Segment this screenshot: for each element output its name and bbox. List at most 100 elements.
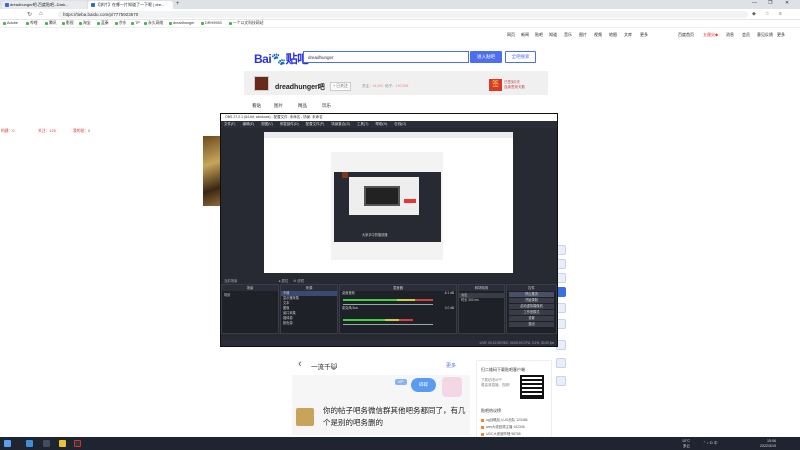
bookmark-item[interactable]: Adobe <box>3 21 18 25</box>
bar-avatar[interactable] <box>254 76 269 91</box>
bookmark-item[interactable]: 淘宝 <box>79 21 91 26</box>
star-icon[interactable]: ☆ <box>765 11 769 17</box>
nav-link-tieba[interactable]: 贴吧 <box>535 32 543 38</box>
nav-link-zhidao[interactable]: 知道 <box>549 32 557 38</box>
game-art-image <box>203 136 220 206</box>
bookmark-item[interactable]: 永久网络 <box>144 21 163 26</box>
baidu-tieba-logo[interactable]: Bai🐾贴吧 <box>254 50 309 67</box>
nav-link-images[interactable]: 图片 <box>579 32 587 38</box>
side-tool-icon[interactable] <box>556 358 566 368</box>
browser-tab-active[interactable]: 【求片】在哪一片知道了一下呢 | dre... <box>88 1 173 9</box>
tab-posts[interactable]: 看贴 <box>252 103 261 109</box>
bookmark-item[interactable]: dreadhunger <box>169 21 195 25</box>
obs-taskbar-icon[interactable] <box>74 440 81 447</box>
controls-dock-title: 控件 <box>507 285 556 291</box>
bar-name[interactable]: dreadhunger吧 <box>275 82 325 92</box>
exit-button[interactable]: 退出 <box>509 322 554 327</box>
obs-menu-scene-collection[interactable]: 场景集合(S) <box>331 122 350 126</box>
obs-menu-docks[interactable]: 停靠部件(D) <box>280 122 299 126</box>
nav-link-news[interactable]: 新闻 <box>521 32 529 38</box>
search-all-button[interactable]: 全吧搜索 <box>505 51 536 63</box>
side-tool-icon[interactable] <box>556 376 566 386</box>
clock[interactable]: 15:06 2022/3/19 <box>760 439 776 448</box>
stop-streaming-button[interactable]: 停止推流 <box>509 292 554 297</box>
settings-button[interactable]: 设置 <box>509 316 554 321</box>
nav-link-video[interactable]: 视频 <box>594 32 602 38</box>
steam-icon[interactable] <box>43 440 50 447</box>
hot-topic-item[interactable]: wes大佬回顾主播 102345 <box>481 424 525 429</box>
bookmark-item[interactable]: 一个以文科技网站 <box>229 21 263 26</box>
tab-fun[interactable]: 玩乐 <box>322 103 331 109</box>
menu-icon[interactable]: ≡ <box>779 11 782 17</box>
reload-icon[interactable]: ↻ <box>27 11 32 18</box>
volume-slider[interactable] <box>343 304 433 305</box>
nav-link-map[interactable]: 地图 <box>609 32 617 38</box>
scene-item[interactable]: 场景 <box>222 293 278 298</box>
obs-menu-file[interactable]: 文件(F) <box>224 122 235 126</box>
new-tab-button[interactable]: + <box>176 1 180 7</box>
start-recording-button[interactable]: 开始录制 <box>509 298 554 303</box>
tray-icons[interactable]: ⌃ ♪ ⊡ 中 <box>703 441 717 446</box>
start-icon[interactable] <box>4 440 11 447</box>
left-stat: 关注：125 <box>38 129 56 133</box>
minimize-button[interactable]: — <box>752 0 757 6</box>
obs-menu-view[interactable]: 视图(V) <box>261 122 273 126</box>
bookmark-item[interactable]: 蓝奏 <box>97 21 109 26</box>
search-input[interactable]: dreadhunger <box>303 51 469 63</box>
obs-preview[interactable]: 大家手中的播放器 <box>264 132 513 273</box>
obs-window[interactable]: OBS 27.2.1 (64-bit, windows) - 配置文件: 未命名… <box>220 113 558 347</box>
enter-bar-button[interactable]: 进入贴吧 <box>470 51 502 63</box>
obs-menu-edit[interactable]: 编辑(E) <box>242 122 254 126</box>
obs-menu-online[interactable]: 在线(O) <box>394 122 406 126</box>
extension-icon[interactable]: ◆ <box>752 11 756 17</box>
properties-button[interactable]: ● 属性 <box>279 279 289 283</box>
user-link[interactable]: 五厘尖◆ <box>703 32 718 38</box>
nav-link-more[interactable]: 更多 <box>640 32 648 38</box>
app-icon[interactable] <box>59 440 66 447</box>
source-item[interactable]: 颜色源 <box>281 321 337 326</box>
bookmark-item[interactable]: 腾讯 <box>45 21 57 26</box>
close-button[interactable]: ✕ <box>785 0 789 6</box>
obs-menu-tools[interactable]: 工具(T) <box>357 122 368 126</box>
obs-title-bar[interactable]: OBS 27.2.1 (64-bit, windows) - 配置文件: 未命名… <box>221 114 557 121</box>
more-link[interactable]: 更多 <box>777 32 785 38</box>
member-link[interactable]: 会员 <box>742 32 750 38</box>
volume-slider[interactable] <box>343 324 433 325</box>
bookmark-item[interactable]: 京东 <box>115 21 127 26</box>
bookmark-item[interactable]: 哔哩 <box>26 21 38 26</box>
obs-menu-help[interactable]: 帮助(H) <box>375 122 387 126</box>
transitions-dock: 转场特效 淡出 时长 300 ms <box>458 284 505 334</box>
studio-mode-button[interactable]: 工作室模式 <box>509 310 554 315</box>
baidu-home-link[interactable]: 百度首页 <box>678 32 694 38</box>
filters-button[interactable]: ⚙ 滤镜 <box>293 279 304 283</box>
back-icon[interactable]: ‹ <box>298 358 302 370</box>
user-avatar[interactable] <box>296 408 314 426</box>
obs-menu-profile[interactable]: 配置文件(P) <box>306 122 325 126</box>
browser-tab-bar: dreadhunger吧-百度贴吧--Dark... 【求片】在哪一片知道了一下… <box>0 0 800 9</box>
transition-duration[interactable]: 时长 300 ms <box>459 298 504 303</box>
bookmark-item[interactable]: 影视 <box>62 21 74 26</box>
home-icon[interactable]: ⌂ <box>39 11 43 17</box>
hot-topic-item[interactable]: ug战略加入UG战队 123456 <box>481 417 527 422</box>
bookmark-item[interactable]: DRH9953 <box>201 21 222 25</box>
tab-featured[interactable]: 精品 <box>298 103 307 109</box>
bookmark-item[interactable]: TP <box>131 21 140 25</box>
mixer-track-name: 麦克风/Aux 0.0 dB <box>342 306 454 310</box>
messages-link[interactable]: 消息 <box>726 32 734 38</box>
nav-link-music[interactable]: 音乐 <box>564 32 572 38</box>
tab-images[interactable]: 图片 <box>274 103 283 109</box>
follow-button[interactable]: + 已关注 <box>330 82 351 91</box>
virtual-camera-button[interactable]: 启动虚拟摄像机 <box>509 304 554 309</box>
weather-widget[interactable]: 10°C 多云 <box>682 439 690 448</box>
browser-tab[interactable]: dreadhunger吧-百度贴吧--Dark... <box>2 1 87 9</box>
feedback-link[interactable]: 意见反馈 <box>757 32 773 38</box>
hot-topic-item[interactable]: UDC大佬被哔哩 98765 <box>481 431 521 436</box>
nav-link-web[interactable]: 网页 <box>507 32 515 38</box>
audio-meter <box>343 299 433 301</box>
url-field[interactable]: https://tieba.baidu.com/p/7775923670 <box>58 11 748 18</box>
nav-link-wenku[interactable]: 文库 <box>624 32 632 38</box>
maximize-button[interactable]: ❐ <box>768 0 772 6</box>
more-link[interactable]: 更多 <box>446 362 456 369</box>
sign-in-button[interactable]: 签 <box>489 79 502 91</box>
app-icon[interactable] <box>26 440 33 447</box>
